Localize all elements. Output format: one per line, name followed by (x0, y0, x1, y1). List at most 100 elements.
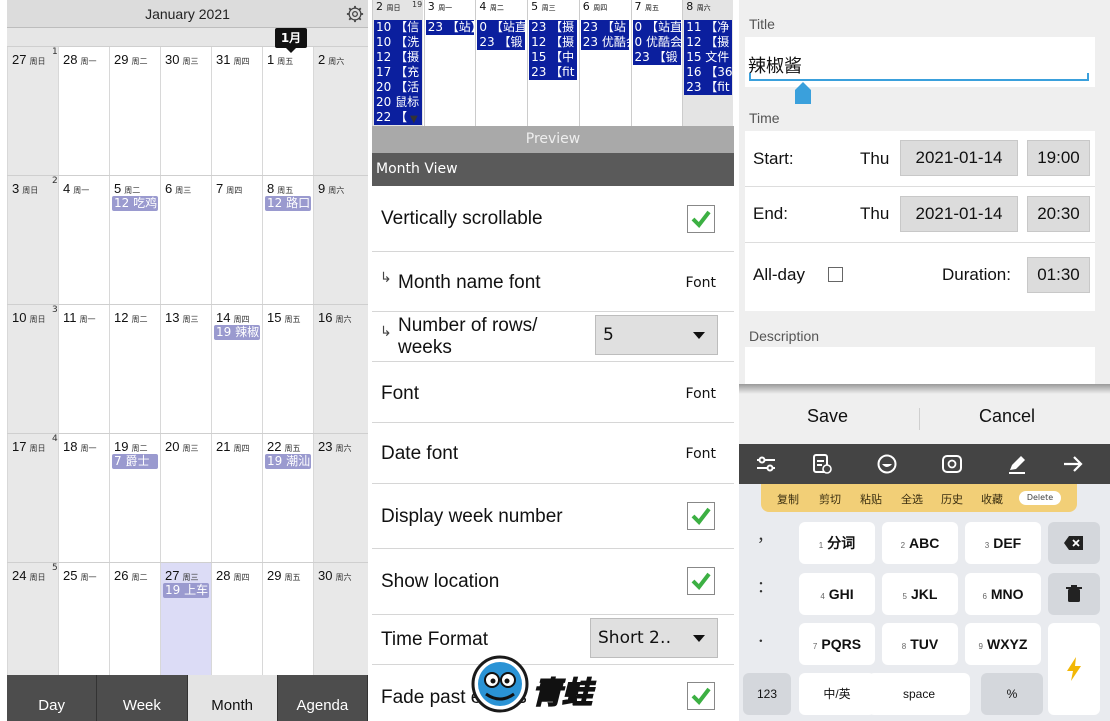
calendar-day-cell[interactable]: 15 周五 (262, 305, 313, 434)
arrow-right-icon[interactable] (1062, 454, 1084, 474)
calendar-day-cell[interactable]: 24 周日 5 (7, 563, 58, 692)
calendar-day-cell[interactable]: 26 周二 (109, 563, 160, 692)
calendar-day-cell[interactable]: 21 周四 (211, 434, 262, 563)
allday-checkbox[interactable] (828, 267, 843, 282)
calendar-day-cell[interactable]: 30 周三 (160, 47, 211, 176)
calendar-event[interactable]: 12 吃鸡 (112, 196, 158, 211)
calendar-day-cell[interactable]: 28 周一 (58, 47, 109, 176)
clip-action[interactable]: 粘贴 (860, 491, 882, 507)
start-time-field[interactable]: 19:00 (1027, 140, 1090, 176)
calendar-day-cell[interactable]: 9 周六 (313, 176, 368, 305)
calendar-day-cell[interactable]: 31 周四 (211, 47, 262, 176)
calendar-day-cell[interactable]: 29 周五 (262, 563, 313, 692)
calendar-day-cell[interactable]: 7 周四 (211, 176, 262, 305)
title-field[interactable]: 辣椒酱 (745, 37, 1095, 87)
gear-icon[interactable] (346, 5, 364, 23)
font-link[interactable]: Font (686, 386, 716, 402)
pen-icon[interactable] (1006, 454, 1028, 474)
letter-key[interactable]: 9 WXYZ (965, 623, 1041, 665)
calendar-event[interactable]: 19 潮汕 (265, 454, 311, 469)
setting-font[interactable]: Font Font (372, 362, 734, 423)
punctuation-key[interactable]: ， (739, 516, 791, 556)
clip-action[interactable]: 历史 (941, 491, 963, 507)
calendar-day-cell[interactable]: 5 周二 12 吃鸡 (109, 176, 160, 305)
punctuation-key[interactable]: ： (739, 567, 791, 607)
checkbox-fade-past-events[interactable] (687, 682, 715, 710)
setting-date-font[interactable]: Date font Font (372, 423, 734, 484)
calendar-day-cell[interactable]: 10 周日 3 (7, 305, 58, 434)
letter-key[interactable]: 5 JKL (882, 573, 958, 615)
setting-rows-weeks[interactable]: ↳ Number of rows/weeks 5 (372, 312, 734, 362)
sliders-icon[interactable] (755, 454, 777, 474)
end-date-field[interactable]: 2021-01-14 (900, 196, 1018, 232)
title-input[interactable]: 辣椒酱 (748, 52, 802, 78)
language-toggle-key[interactable]: 中/英 (799, 673, 875, 715)
calendar-day-cell[interactable]: 27 周三 19 上车 (160, 563, 211, 692)
enter-key[interactable] (1048, 623, 1100, 715)
letter-key[interactable]: 7 PQRS (799, 623, 875, 665)
calendar-day-cell[interactable]: 13 周三 (160, 305, 211, 434)
emoji-icon[interactable] (876, 454, 898, 474)
save-button[interactable]: Save (807, 406, 848, 427)
calendar-day-cell[interactable]: 8 周五 12 路口 (262, 176, 313, 305)
start-date-field[interactable]: 2021-01-14 (900, 140, 1018, 176)
calendar-day-cell[interactable]: 19 周二 7 爵士 (109, 434, 160, 563)
clip-action[interactable]: 剪切 (819, 491, 841, 507)
tab-agenda[interactable]: Agenda (278, 675, 368, 721)
calendar-event[interactable]: 12 路口 (265, 196, 311, 211)
sticker-icon[interactable] (941, 454, 963, 474)
letter-key[interactable]: 2 ABC (882, 522, 958, 564)
clipboard-icon[interactable] (811, 454, 833, 474)
calendar-day-cell[interactable]: 14 周四 19 辣椒 (211, 305, 262, 434)
clip-action[interactable]: 复制 (777, 491, 799, 507)
calendar-day-cell[interactable]: 2 周六 (313, 47, 368, 176)
cancel-button[interactable]: Cancel (979, 406, 1035, 427)
tab-week[interactable]: Week (97, 675, 188, 721)
calendar-day-cell[interactable]: 27 周日 1 (7, 47, 58, 176)
checkbox-display-week-number[interactable] (687, 502, 715, 530)
calendar-day-cell[interactable]: 20 周三 (160, 434, 211, 563)
checkbox-vertically-scrollable[interactable] (687, 205, 715, 233)
calendar-day-cell[interactable]: 25 周一 (58, 563, 109, 692)
calendar-event[interactable]: 19 上车 (163, 583, 209, 598)
description-field[interactable] (745, 347, 1095, 385)
calendar-event[interactable]: 19 辣椒 (214, 325, 260, 340)
numbers-key[interactable]: 123 (743, 673, 791, 715)
tab-month[interactable]: Month (187, 675, 278, 721)
letter-key[interactable]: 4 GHI (799, 573, 875, 615)
space-key[interactable]: space (868, 673, 970, 715)
setting-month-name-font[interactable]: ↳ Month name font Font (372, 252, 734, 312)
rows-weeks-dropdown[interactable]: 5 (595, 315, 718, 355)
calendar-day-cell[interactable]: 30 周六 (313, 563, 368, 692)
clear-key[interactable] (1048, 573, 1100, 615)
setting-show-location[interactable]: Show location (372, 549, 734, 615)
tab-day[interactable]: Day (7, 675, 98, 721)
calendar-event[interactable]: 7 爵士 (112, 454, 158, 469)
letter-key[interactable]: 6 MNO (965, 573, 1041, 615)
calendar-day-cell[interactable]: 11 周一 (58, 305, 109, 434)
calendar-day-cell[interactable]: 18 周一 (58, 434, 109, 563)
checkbox-show-location[interactable] (687, 567, 715, 595)
cursor-handle-icon[interactable] (795, 82, 811, 104)
letter-key[interactable]: 3 DEF (965, 522, 1041, 564)
calendar-day-cell[interactable]: 16 周六 (313, 305, 368, 434)
calendar-day-cell[interactable]: 17 周日 4 (7, 434, 58, 563)
clip-action[interactable]: 收藏 (981, 491, 1003, 507)
calendar-day-cell[interactable]: 3 周日 2 (7, 176, 58, 305)
calendar-day-cell[interactable]: 6 周三 (160, 176, 211, 305)
calendar-day-cell[interactable]: 29 周二 (109, 47, 160, 176)
duration-field[interactable]: 01:30 (1027, 257, 1090, 293)
clip-delete-button[interactable]: Delete (1019, 491, 1061, 505)
letter-key[interactable]: 1 分词 (799, 522, 875, 564)
symbol-key[interactable]: % (981, 673, 1043, 715)
setting-vertically-scrollable[interactable]: Vertically scrollable (372, 186, 734, 252)
font-link[interactable]: Font (686, 275, 716, 291)
backspace-key[interactable] (1048, 522, 1100, 564)
calendar-day-cell[interactable]: 28 周四 (211, 563, 262, 692)
letter-key[interactable]: 8 TUV (882, 623, 958, 665)
setting-display-week-number[interactable]: Display week number (372, 484, 734, 549)
punctuation-key[interactable]: ． (739, 617, 791, 657)
calendar-day-cell[interactable]: 1 周五 (262, 47, 313, 176)
font-link[interactable]: Font (686, 446, 716, 462)
calendar-day-cell[interactable]: 23 周六 (313, 434, 368, 563)
